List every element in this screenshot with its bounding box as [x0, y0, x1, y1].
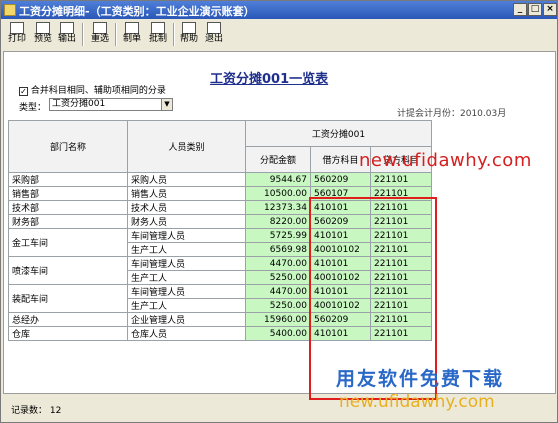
cell-amount[interactable]: 9544.67	[245, 172, 311, 187]
merge-entries-label: 合并科目相同、辅助项相同的分录	[30, 86, 166, 96]
batch-voucher-button[interactable]: 批制	[146, 21, 170, 48]
preview-icon	[36, 22, 50, 34]
cell-amount[interactable]: 6569.98	[245, 242, 311, 257]
cell-dept[interactable]: 喷漆车间	[8, 256, 128, 285]
column-header-category[interactable]: 人员类别	[127, 120, 246, 173]
title-bar[interactable]: 工资分摊明细-（工资类别：工业企业演示账套） _ □ ×	[1, 1, 557, 19]
column-header-amount[interactable]: 分配金额	[245, 146, 311, 173]
type-select[interactable]: 工资分摊001 ▼	[49, 98, 173, 111]
cell-category[interactable]: 生产工人	[127, 242, 246, 257]
checkbox-box[interactable]: ✓	[19, 87, 28, 96]
cell-amount[interactable]: 5250.00	[245, 298, 311, 313]
accrual-month-info: 计提会计月份：2010.03月	[397, 109, 507, 119]
cell-amount[interactable]: 5250.00	[245, 270, 311, 285]
watermark-url-top: new.ufidawhy.com	[359, 150, 532, 171]
cell-amount[interactable]: 4470.00	[245, 284, 311, 299]
cell-category[interactable]: 车间管理人员	[127, 228, 246, 243]
voucher-button[interactable]: 制单	[120, 21, 144, 48]
cell-category[interactable]: 技术人员	[127, 200, 246, 215]
type-label: 类型：	[19, 103, 47, 113]
cell-category[interactable]: 企业管理人员	[127, 312, 246, 327]
column-header-dept[interactable]: 部门名称	[8, 120, 128, 173]
toolbar: 打印 预览 输出 重选 制单 批制 帮助 退出	[3, 21, 557, 48]
export-icon	[60, 22, 74, 34]
cell-amount[interactable]: 5725.99	[245, 228, 311, 243]
cell-category[interactable]: 销售人员	[127, 186, 246, 201]
chevron-down-icon[interactable]: ▼	[161, 99, 172, 110]
print-icon	[10, 22, 24, 34]
print-button[interactable]: 打印	[5, 21, 29, 48]
cell-dept[interactable]: 采购部	[8, 172, 128, 187]
cell-category[interactable]: 仓库人员	[127, 326, 246, 341]
cell-amount[interactable]: 10500.00	[245, 186, 311, 201]
table-row[interactable]: 采购部 采购人员 9544.67 560209 221101	[8, 172, 432, 187]
type-row: 类型： 工资分摊001 ▼	[19, 98, 173, 113]
cell-debit[interactable]: 560209	[310, 172, 371, 187]
merge-entries-checkbox[interactable]: ✓ 合并科目相同、辅助项相同的分录	[19, 83, 166, 96]
cell-amount[interactable]: 15960.00	[245, 312, 311, 327]
minimize-button[interactable]: _	[513, 3, 527, 16]
export-button[interactable]: 输出	[55, 21, 79, 48]
cell-category[interactable]: 财务人员	[127, 214, 246, 229]
voucher-icon	[125, 22, 139, 34]
maximize-button[interactable]: □	[528, 3, 542, 16]
close-button[interactable]: ×	[543, 3, 557, 16]
cell-dept[interactable]: 总经办	[8, 312, 128, 327]
cell-amount[interactable]: 8220.00	[245, 214, 311, 229]
window-title: 工资分摊明细-（工资类别：工业企业演示账套）	[19, 5, 255, 18]
exit-icon	[207, 22, 221, 34]
column-header-group: 工资分摊001	[245, 120, 432, 147]
cell-category[interactable]: 车间管理人员	[127, 284, 246, 299]
cell-dept[interactable]: 销售部	[8, 186, 128, 201]
help-icon	[182, 22, 196, 34]
report-panel: 工资分摊001一览表 ✓ 合并科目相同、辅助项相同的分录 类型： 工资分摊001…	[3, 51, 556, 400]
cell-category[interactable]: 车间管理人员	[127, 256, 246, 271]
cell-dept[interactable]: 技术部	[8, 200, 128, 215]
cell-category[interactable]: 采购人员	[127, 172, 246, 187]
type-select-value: 工资分摊001	[52, 99, 106, 109]
app-window: 工资分摊明细-（工资类别：工业企业演示账套） _ □ × 打印 预览 输出 重选…	[0, 0, 558, 423]
cell-credit[interactable]: 221101	[370, 172, 432, 187]
cell-category[interactable]: 生产工人	[127, 298, 246, 313]
cell-dept[interactable]: 装配车间	[8, 284, 128, 313]
cell-amount[interactable]: 5400.00	[245, 326, 311, 341]
cell-amount[interactable]: 4470.00	[245, 256, 311, 271]
cell-category[interactable]: 生产工人	[127, 270, 246, 285]
cell-dept[interactable]: 财务部	[8, 214, 128, 229]
cell-dept[interactable]: 金工车间	[8, 228, 128, 257]
exit-button[interactable]: 退出	[202, 21, 226, 48]
watermark-brand: 用友软件免费下载	[336, 368, 505, 390]
reselect-button[interactable]: 重选	[88, 21, 112, 48]
watermark-url-bottom: new.ufidawhy.com	[339, 392, 495, 412]
cell-amount[interactable]: 12373.34	[245, 200, 311, 215]
cell-dept[interactable]: 仓库	[8, 326, 128, 341]
app-icon	[4, 4, 16, 16]
report-title: 工资分摊001一览表	[210, 72, 329, 87]
record-count: 记录数： 12	[11, 406, 62, 416]
reselect-icon	[93, 22, 107, 34]
batch-voucher-icon	[151, 22, 165, 34]
